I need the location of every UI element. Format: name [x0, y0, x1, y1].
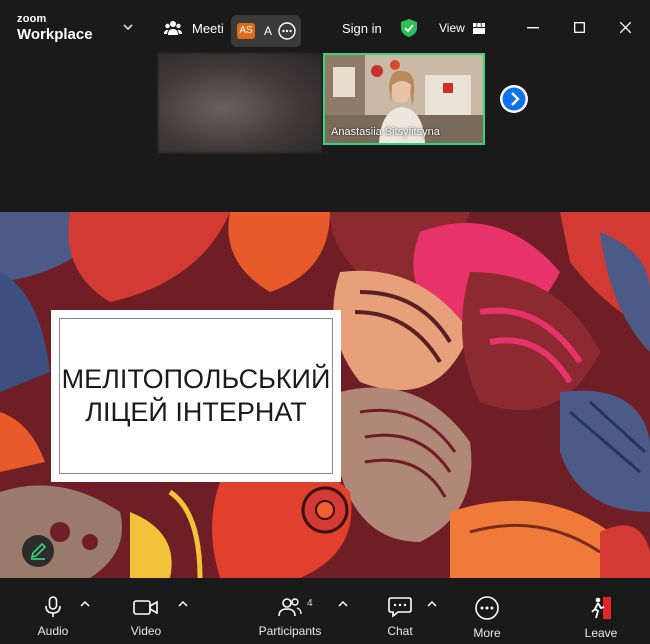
slide-title-line-2: ЛІЦЕЙ ІНТЕРНАТ: [85, 397, 307, 427]
video-camera-icon: [133, 600, 158, 615]
participants-icon: [278, 598, 302, 617]
participants-label: Participants: [258, 624, 322, 638]
chat-button[interactable]: Chat: [382, 596, 418, 638]
chat-options-caret-icon[interactable]: [427, 600, 437, 608]
chat-label: Chat: [387, 624, 413, 638]
more-dots-icon: [475, 596, 499, 620]
maximize-icon[interactable]: [574, 22, 585, 33]
slide-title-line-1: МЕЛІТОПОЛЬСЬКИЙ: [61, 364, 331, 394]
next-page-button[interactable]: [499, 84, 529, 114]
avatar-initial: A: [264, 24, 273, 38]
shield-check-icon[interactable]: [401, 19, 417, 37]
more-options-icon[interactable]: [278, 22, 296, 40]
title-bar: [0, 0, 650, 52]
leave-button[interactable]: Leave: [583, 596, 619, 640]
close-icon[interactable]: [620, 22, 631, 33]
more-label: More: [473, 626, 501, 640]
participants-group-icon: [164, 21, 182, 35]
speaker-name-label: Anastasiia Sitsylitsyna: [331, 126, 440, 138]
view-button[interactable]: View: [439, 21, 485, 35]
microphone-icon: [45, 596, 61, 617]
zoom-workplace-logo[interactable]: zoom Workplace: [17, 13, 93, 43]
sign-in-link[interactable]: Sign in: [342, 21, 382, 36]
pencil-icon: [30, 542, 47, 560]
avatar[interactable]: AS: [237, 23, 255, 39]
video-label: Video: [130, 624, 162, 638]
chevron-down-icon[interactable]: [123, 22, 133, 32]
audio-options-caret-icon[interactable]: [80, 600, 90, 608]
logo-text-workplace: Workplace: [17, 26, 93, 43]
video-tile-blurred[interactable]: [158, 53, 322, 153]
view-label: View: [439, 21, 465, 35]
leave-label: Leave: [584, 626, 618, 640]
logo-text-zoom: zoom: [17, 13, 47, 25]
slide-title-box: МЕЛІТОПОЛЬСЬКИЙ ЛІЦЕЙ ІНТЕРНАТ: [51, 310, 341, 482]
participants-button[interactable]: Participants: [256, 596, 324, 638]
video-button[interactable]: Video: [126, 596, 166, 638]
minimize-icon[interactable]: [527, 27, 539, 29]
video-options-caret-icon[interactable]: [178, 600, 188, 608]
meeting-label: Meeti: [192, 20, 224, 36]
meeting-controls-bar: [0, 578, 650, 644]
leave-door-icon: [591, 597, 611, 619]
grid-view-icon: [472, 22, 485, 34]
chat-bubble-icon: [388, 597, 412, 618]
participants-count-badge: 4: [307, 598, 313, 609]
meeting-info-button[interactable]: Meeti: [164, 20, 224, 36]
annotate-button[interactable]: [22, 535, 54, 567]
participants-options-caret-icon[interactable]: [338, 600, 348, 608]
more-button[interactable]: More: [470, 596, 504, 640]
audio-button[interactable]: Audio: [33, 596, 73, 638]
audio-label: Audio: [37, 624, 69, 638]
